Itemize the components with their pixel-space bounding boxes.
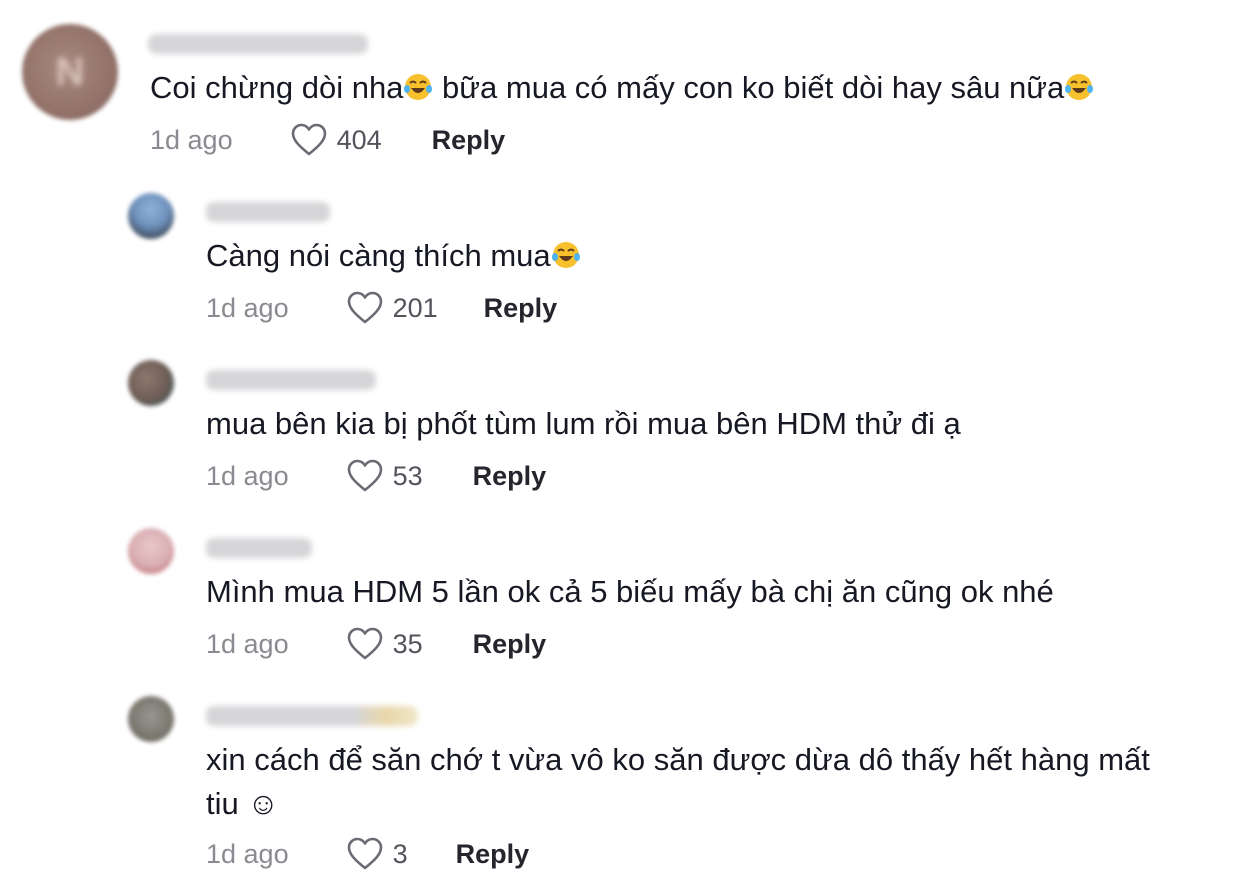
like-count: 53	[392, 460, 423, 491]
heart-outline-icon[interactable]	[347, 837, 383, 871]
reply-button[interactable]: Reply	[473, 461, 547, 492]
reply-button[interactable]: Reply	[484, 293, 558, 324]
timestamp: 1d ago	[206, 628, 289, 659]
laughing-tears-emoji-icon	[403, 72, 433, 102]
timestamp: 1d ago	[206, 838, 289, 869]
avatar[interactable]	[128, 696, 174, 742]
comment-text-part: Càng nói càng thích mua	[206, 238, 551, 273]
username-blurred[interactable]	[206, 202, 330, 222]
comment-text: Coi chừng dòi nha bữa mua có mấy con ko …	[150, 66, 1094, 109]
username-blurred[interactable]	[206, 538, 312, 558]
comment-text-part: bữa mua có mấy con ko biết dòi hay sâu n…	[433, 70, 1065, 105]
avatar-initial: N	[55, 50, 85, 94]
heart-outline-icon[interactable]	[347, 291, 383, 325]
avatar[interactable]	[128, 528, 174, 574]
heart-outline-icon[interactable]	[291, 123, 327, 157]
comment-meta: 1d ago 35 Reply	[206, 624, 546, 664]
reply-button[interactable]: Reply	[473, 629, 547, 660]
laughing-tears-emoji-icon	[551, 240, 581, 270]
comment-text: mua bên kia bị phốt tùm lum rồi mua bên …	[206, 406, 961, 441]
avatar[interactable]: N	[22, 24, 118, 120]
avatar[interactable]	[128, 360, 174, 406]
heart-outline-icon[interactable]	[347, 627, 383, 661]
like-count: 3	[392, 838, 408, 869]
comment-meta: 1d ago 3 Reply	[206, 834, 529, 874]
timestamp: 1d ago	[206, 292, 289, 323]
comment-text-part: Coi chừng dòi nha	[150, 70, 404, 105]
reply-button[interactable]: Reply	[456, 839, 530, 870]
timestamp: 1d ago	[150, 124, 233, 155]
like-count: 35	[392, 628, 423, 659]
comment-meta: 1d ago 201 Reply	[206, 288, 557, 328]
like-count: 404	[336, 124, 382, 155]
laughing-tears-emoji-icon	[1064, 72, 1094, 102]
username-blurred[interactable]	[148, 34, 368, 54]
heart-outline-icon[interactable]	[347, 459, 383, 493]
comment-text: Càng nói càng thích mua	[206, 234, 581, 277]
comment-text: Mình mua HDM 5 lần ok cả 5 biếu mấy bà c…	[206, 574, 1054, 609]
username-blurred[interactable]	[206, 370, 376, 390]
comment-text-line-2: tiu ☺	[206, 786, 280, 821]
avatar[interactable]	[128, 193, 174, 239]
comment-meta: 1d ago 404 Reply	[150, 120, 505, 160]
like-count: 201	[392, 292, 438, 323]
comment-meta: 1d ago 53 Reply	[206, 456, 546, 496]
timestamp: 1d ago	[206, 460, 289, 491]
username-blurred[interactable]	[206, 706, 418, 726]
comment-text-line-1: xin cách để săn chớ t vừa vô ko săn được…	[206, 742, 1150, 777]
reply-button[interactable]: Reply	[432, 125, 506, 156]
